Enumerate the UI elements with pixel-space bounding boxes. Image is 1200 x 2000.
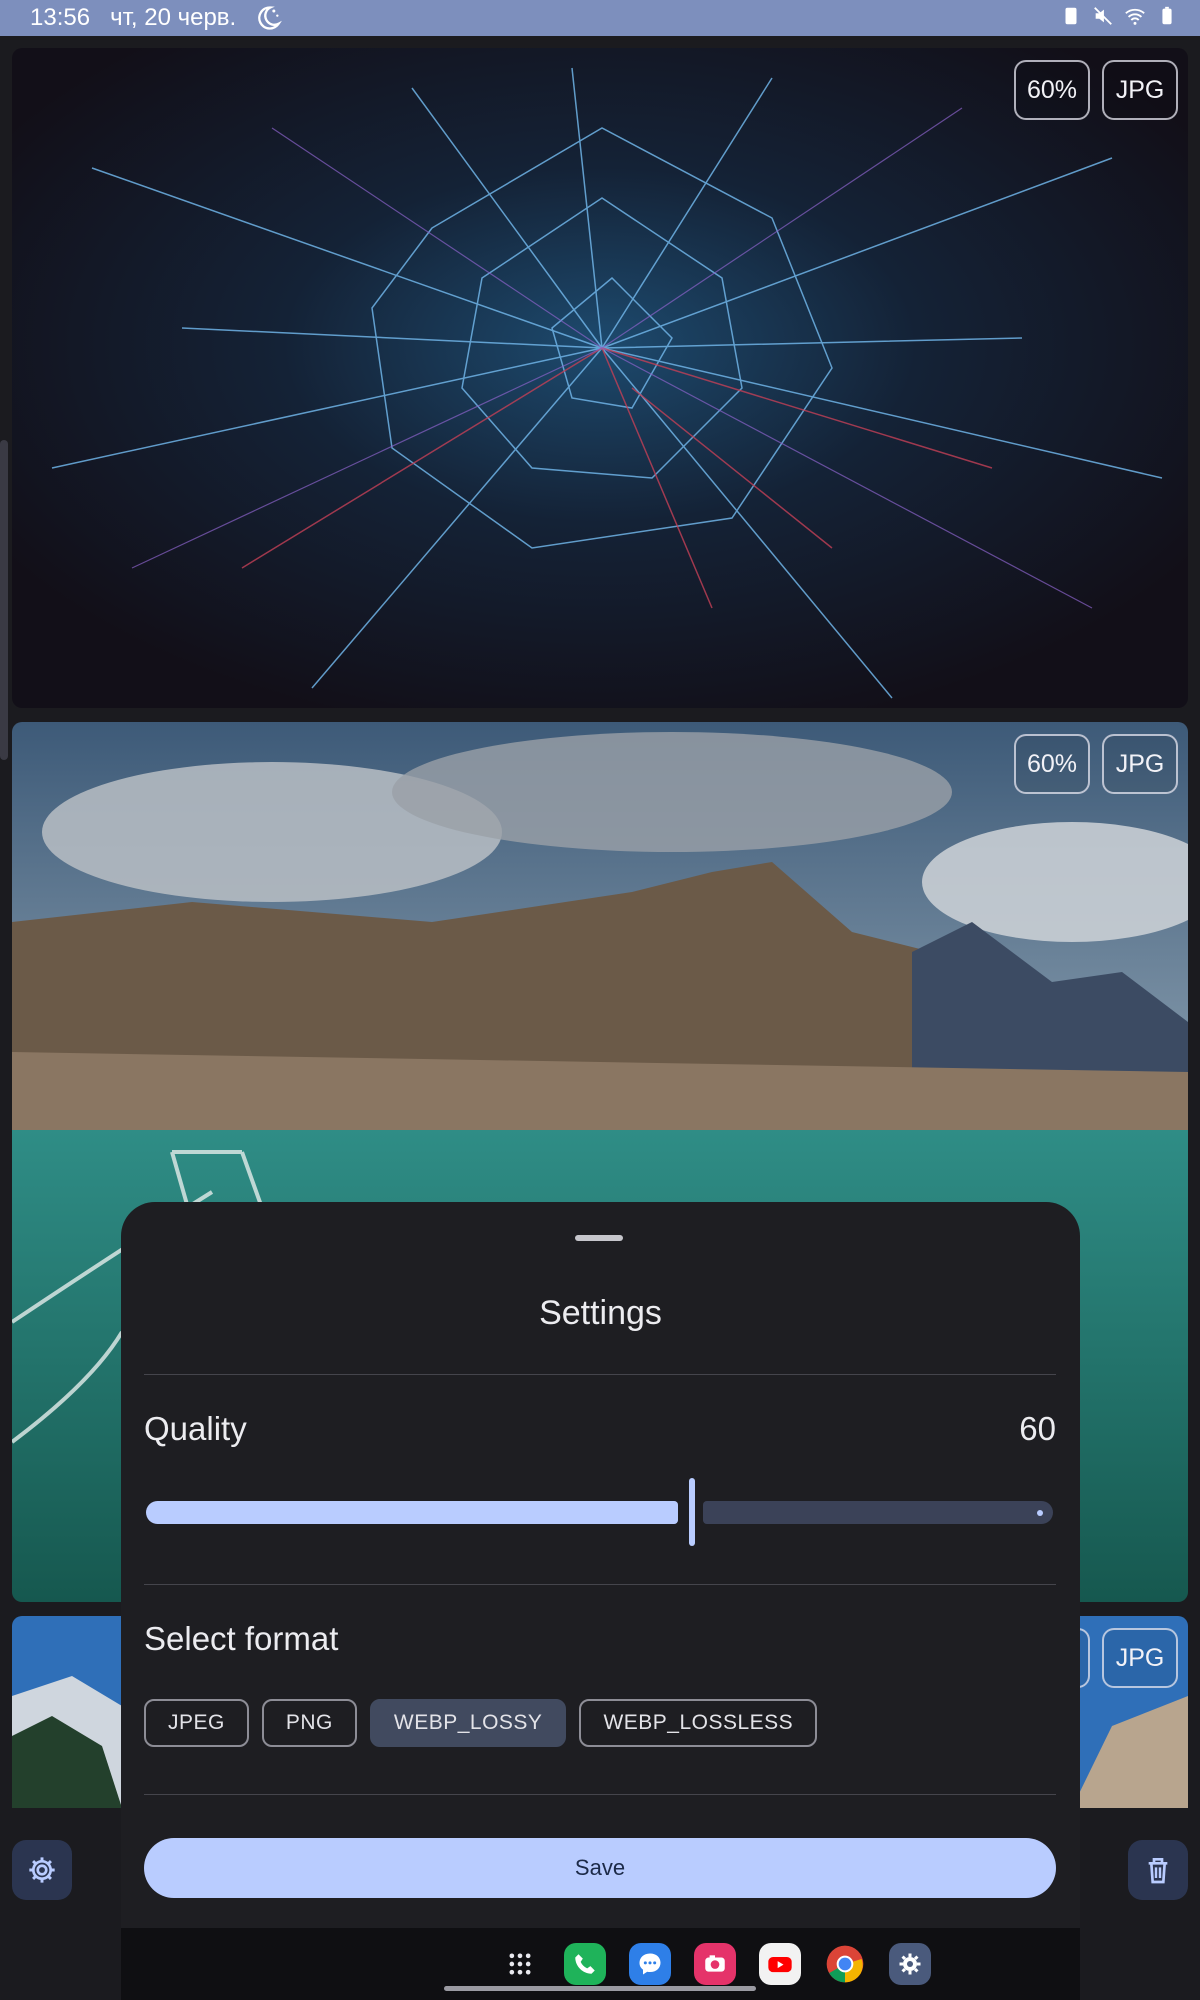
quality-label: Quality <box>144 1410 247 1447</box>
save-button[interactable]: Save <box>144 1838 1056 1898</box>
quality-badge: 60% <box>1014 734 1090 794</box>
quality-badge: 60% <box>1014 60 1090 120</box>
battery-icon <box>1162 6 1172 25</box>
format-badge: JPG <box>1102 1628 1178 1688</box>
settings-icon[interactable] <box>889 1943 931 1985</box>
status-date: чт, 20 черв. <box>110 4 237 31</box>
divider <box>144 1794 1056 1795</box>
image-preview <box>12 48 1188 708</box>
moon-icon <box>258 6 283 30</box>
quality-value: 60 <box>1019 1410 1056 1447</box>
divider <box>144 1584 1056 1585</box>
taskbar <box>0 1928 1200 2000</box>
format-badge: JPG <box>1102 734 1178 794</box>
format-chip-webp-lossless[interactable]: WEBP_LOSSLESS <box>579 1699 818 1747</box>
status-bar: 13:56 чт, 20 черв. <box>0 0 1200 36</box>
youtube-icon[interactable] <box>759 1943 801 1985</box>
sim-icon <box>1065 7 1077 25</box>
messages-icon[interactable] <box>629 1943 671 1985</box>
trash-icon <box>1148 1858 1168 1884</box>
format-chip-webp-lossy[interactable]: WEBP_LOSSY <box>369 1699 567 1747</box>
camera-icon[interactable] <box>694 1943 736 1985</box>
format-chip-group: JPEG PNG WEBP_LOSSY WEBP_LOSSLESS <box>144 1699 818 1747</box>
chrome-icon[interactable] <box>824 1943 866 1985</box>
format-label: Select format <box>144 1620 339 1657</box>
home-indicator[interactable] <box>444 1986 756 1991</box>
slider-stop-indicator <box>1037 1510 1043 1516</box>
format-chip-png[interactable]: PNG <box>261 1699 357 1747</box>
slider-thumb[interactable] <box>689 1478 695 1546</box>
format-badge: JPG <box>1102 60 1178 120</box>
sheet-title: Settings <box>539 1294 662 1332</box>
dock-apps <box>499 1943 931 1985</box>
apps-grid-icon[interactable] <box>499 1943 541 1985</box>
drag-handle[interactable] <box>575 1235 623 1241</box>
scrollbar[interactable] <box>0 440 8 760</box>
dock-background <box>121 1928 1080 2000</box>
delete-button[interactable] <box>1128 1840 1188 1900</box>
status-time: 13:56 <box>30 4 91 31</box>
format-chip-jpeg[interactable]: JPEG <box>144 1699 249 1747</box>
settings-button[interactable] <box>12 1840 72 1900</box>
slider-inactive-track[interactable] <box>703 1501 1053 1524</box>
settings-sheet: Settings Quality 60 Select format JPEG P… <box>121 1202 1080 1932</box>
mute-icon <box>1094 7 1112 25</box>
divider <box>144 1374 1056 1375</box>
image-card[interactable]: 60% JPG <box>12 48 1188 708</box>
wifi-icon <box>1125 8 1145 25</box>
slider-active-track[interactable] <box>146 1501 678 1524</box>
phone-icon[interactable] <box>564 1943 606 1985</box>
gear-icon <box>29 1857 55 1883</box>
